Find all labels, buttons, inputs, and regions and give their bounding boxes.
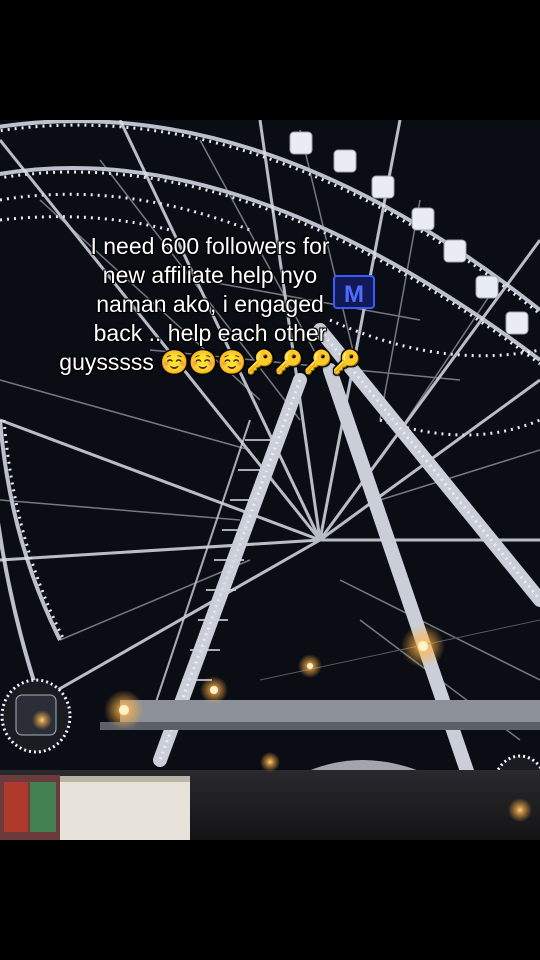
caption-text: I need 600 followers for new affiliate h… xyxy=(59,233,361,375)
ferris-wheel-photo: M xyxy=(0,120,540,840)
ferris-wheel-illustration: M xyxy=(0,120,540,840)
video-frame: M I need 600 followers for new affiliate… xyxy=(0,0,540,960)
